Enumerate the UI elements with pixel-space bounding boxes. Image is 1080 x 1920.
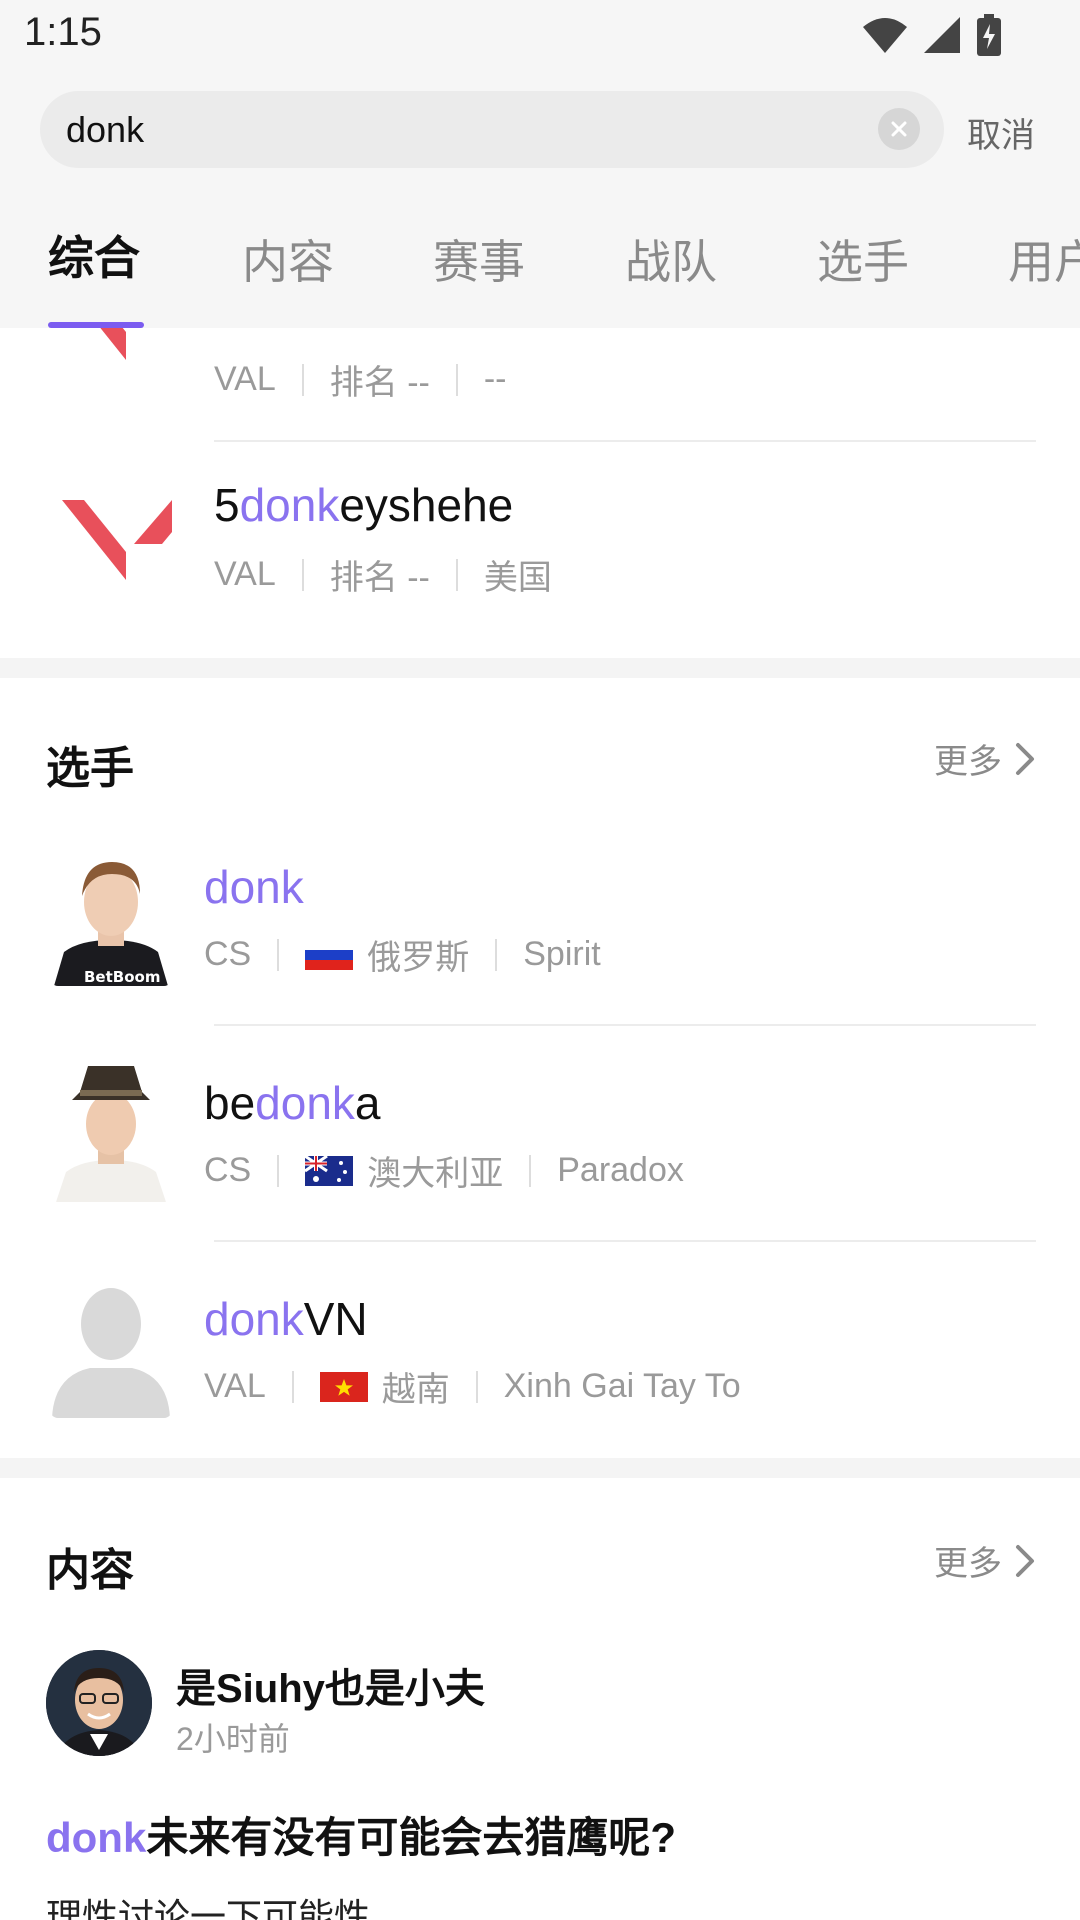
player-country: 俄罗斯 <box>367 939 470 977</box>
battery-icon <box>977 14 1001 56</box>
player-meta: VAL 越南 Xinh Gai Tay To <box>204 1362 741 1411</box>
tab-events[interactable]: 赛事 <box>433 226 525 292</box>
post-time: 2小时前 <box>176 1721 290 1757</box>
tab-overview[interactable]: 综合 <box>48 222 140 288</box>
status-time: 1:15 <box>24 10 102 54</box>
player-game: CS <box>204 1151 252 1189</box>
status-icons <box>862 14 1002 56</box>
players-more-link[interactable]: 更多 <box>934 734 1036 783</box>
default-avatar-icon <box>50 1276 172 1418</box>
team-region: -- <box>483 360 507 398</box>
player-team: Paradox <box>557 1151 684 1189</box>
player-team: Xinh Gai Tay To <box>503 1367 741 1405</box>
post-body: 理性讨论一下可能性 <box>46 1896 371 1920</box>
team-name: 5donkeyshehe <box>214 479 514 531</box>
author-name[interactable]: 是Siuhy也是小夫 <box>176 1656 485 1714</box>
tab-bar: 综合 内容 赛事 战队 选手 用户 <box>0 186 1080 328</box>
player-country: 越南 <box>381 1371 450 1409</box>
team-row[interactable]: 5donkeyshehe VAL 排名 -- 美国 <box>0 442 1080 658</box>
vietnam-flag-icon <box>319 1371 368 1402</box>
section-gap <box>0 1458 1080 1478</box>
cancel-button[interactable]: 取消 <box>967 108 1035 157</box>
search-results: VAL 排名 -- -- 5donkeyshehe VAL 排名 -- 美国 选… <box>0 328 1080 1920</box>
player-game: CS <box>204 935 252 973</box>
player-meta: CS 俄罗斯 Spirit <box>204 930 601 979</box>
divider <box>214 1240 1036 1242</box>
team-row[interactable]: VAL 排名 -- -- <box>0 328 1080 436</box>
divider <box>214 1024 1036 1026</box>
team-meta: VAL 排名 -- 美国 <box>214 550 552 599</box>
player-team: Spirit <box>523 935 601 973</box>
section-title-players: 选手 <box>46 744 134 793</box>
player-game: VAL <box>204 1367 266 1405</box>
team-region: 美国 <box>483 559 552 597</box>
avatar <box>50 1060 172 1202</box>
russia-flag-icon <box>305 939 354 970</box>
signal-icon <box>924 17 960 53</box>
section-title-content: 内容 <box>46 1546 134 1595</box>
search-query: donk <box>66 109 145 150</box>
valorant-logo <box>62 500 172 580</box>
team-meta: VAL 排名 -- -- <box>214 355 507 404</box>
status-bar: 1:15 <box>0 0 1080 76</box>
avatar[interactable] <box>46 1650 152 1756</box>
avatar: BetBoom <box>50 844 172 986</box>
tab-users[interactable]: 用户 <box>1008 226 1080 292</box>
player-name: bedonka <box>204 1077 381 1129</box>
team-game: VAL <box>214 555 276 593</box>
chevron-right-icon <box>1016 742 1034 775</box>
valorant-logo <box>100 328 126 360</box>
wifi-icon <box>863 18 907 53</box>
tab-players[interactable]: 选手 <box>817 226 909 292</box>
australia-flag-icon <box>304 1154 354 1186</box>
team-rank: 排名 -- <box>329 559 430 597</box>
tab-content[interactable]: 内容 <box>242 226 334 292</box>
search-input[interactable]: donk <box>40 91 944 168</box>
team-game: VAL <box>214 360 276 398</box>
player-name: donk <box>204 861 304 913</box>
player-name: donkVN <box>204 1293 368 1345</box>
svg-text:BetBoom: BetBoom <box>84 968 160 986</box>
content-more-link[interactable]: 更多 <box>934 1536 1036 1585</box>
section-gap <box>0 658 1080 678</box>
chevron-right-icon <box>1016 1544 1034 1577</box>
tab-teams[interactable]: 战队 <box>625 226 717 292</box>
search-bar: donk 取消 <box>0 76 1080 186</box>
post-title: donk未来有没有可能会去猎鹰呢? <box>46 1814 676 1861</box>
team-rank: 排名 -- <box>329 364 430 402</box>
player-meta: CS 澳大利亚 Paradox <box>204 1146 684 1195</box>
clear-icon[interactable] <box>878 108 920 150</box>
player-country: 澳大利亚 <box>367 1155 504 1193</box>
